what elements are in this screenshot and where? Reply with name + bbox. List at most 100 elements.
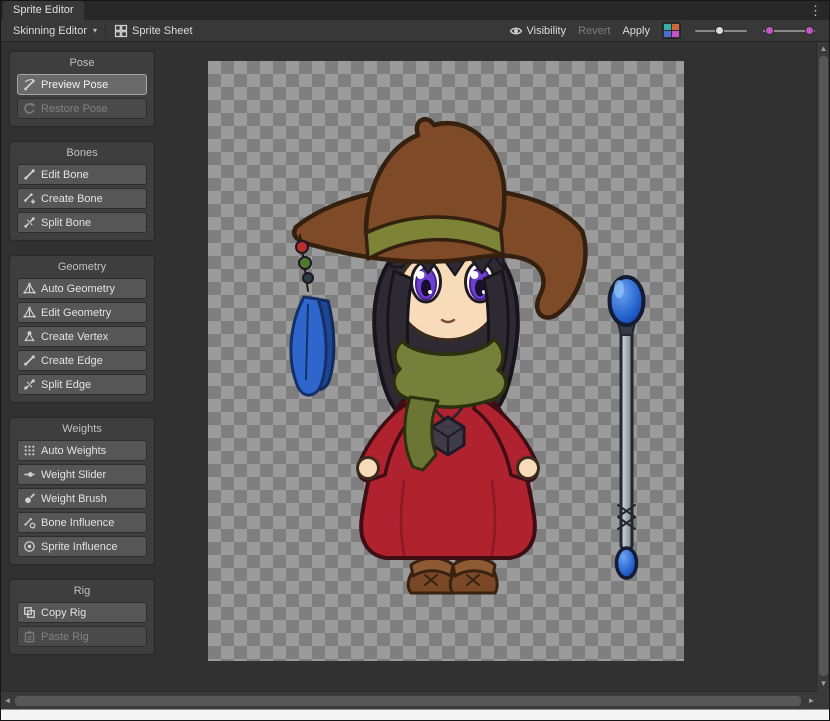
vertical-scrollbar-thumb[interactable] bbox=[819, 56, 828, 676]
chevron-down-icon: ▾ bbox=[93, 20, 97, 42]
preview-pose-button[interactable]: Preview Pose bbox=[17, 74, 147, 95]
vertical-scrollbar[interactable]: ▲ ▼ bbox=[816, 42, 829, 691]
horizontal-scrollbar[interactable]: ◄ ► bbox=[1, 691, 818, 709]
rig-panel: Rig Copy Rig Paste Rig bbox=[9, 579, 155, 655]
sprite-canvas[interactable] bbox=[208, 61, 684, 661]
pose-panel-title: Pose bbox=[17, 55, 147, 74]
scroll-left-arrow[interactable]: ◄ bbox=[1, 695, 14, 707]
mode-dropdown[interactable]: Skinning Editor ▾ bbox=[7, 20, 103, 42]
visibility-slider-knob[interactable] bbox=[715, 26, 724, 35]
create-edge-button[interactable]: Create Edge bbox=[17, 350, 147, 371]
preview-pose-icon bbox=[23, 78, 36, 91]
weight-brush-button[interactable]: Weight Brush bbox=[17, 488, 147, 509]
split-edge-label: Split Edge bbox=[41, 379, 91, 391]
split-bone-button[interactable]: Split Bone bbox=[17, 212, 147, 233]
pose-panel: Pose Preview Pose Restore Pose bbox=[9, 51, 155, 127]
visibility-button[interactable]: Visibility bbox=[503, 20, 573, 42]
copy-rig-button[interactable]: Copy Rig bbox=[17, 602, 147, 623]
visibility-slider[interactable] bbox=[695, 24, 747, 38]
scroll-up-arrow[interactable]: ▲ bbox=[817, 43, 830, 55]
sprite-sheet-label: Sprite Sheet bbox=[132, 20, 193, 42]
create-bone-icon bbox=[23, 192, 36, 205]
auto-weights-label: Auto Weights bbox=[41, 445, 106, 457]
split-edge-icon bbox=[23, 378, 36, 391]
weight-slider-button[interactable]: Weight Slider bbox=[17, 464, 147, 485]
sprite-influence-button[interactable]: Sprite Influence bbox=[17, 536, 147, 557]
toolbar-separator bbox=[105, 24, 106, 38]
mode-dropdown-label: Skinning Editor bbox=[13, 20, 87, 42]
bone-opacity-knob-min[interactable] bbox=[765, 26, 774, 35]
create-vertex-icon bbox=[23, 330, 36, 343]
swatch-color-3 bbox=[664, 31, 671, 37]
horizontal-scrollbar-thumb[interactable] bbox=[15, 696, 801, 706]
edit-bone-icon bbox=[23, 168, 36, 181]
restore-pose-icon bbox=[23, 102, 36, 115]
window-bottom-strip bbox=[1, 709, 829, 721]
apply-button[interactable]: Apply bbox=[616, 20, 656, 42]
paste-rig-icon bbox=[23, 630, 36, 643]
paste-rig-button[interactable]: Paste Rig bbox=[17, 626, 147, 647]
toolbar-right: Visibility Revert Apply bbox=[503, 20, 823, 42]
auto-weights-button[interactable]: Auto Weights bbox=[17, 440, 147, 461]
tab-strip: Sprite Editor ⋮ bbox=[1, 1, 829, 20]
bone-opacity-slider[interactable] bbox=[763, 24, 815, 38]
window-menu-icon[interactable]: ⋮ bbox=[809, 2, 822, 19]
rig-panel-title: Rig bbox=[17, 583, 147, 602]
swatch-color-2 bbox=[672, 24, 679, 30]
sprite-color-swatch[interactable] bbox=[662, 22, 681, 39]
create-edge-icon bbox=[23, 354, 36, 367]
preview-pose-label: Preview Pose bbox=[41, 79, 108, 91]
sprite-sheet-button[interactable]: Sprite Sheet bbox=[108, 20, 199, 42]
weight-slider-label: Weight Slider bbox=[41, 469, 106, 481]
edit-geometry-label: Edit Geometry bbox=[41, 307, 111, 319]
edit-geometry-button[interactable]: Edit Geometry bbox=[17, 302, 147, 323]
character-sprite bbox=[291, 119, 586, 593]
auto-geometry-button[interactable]: Auto Geometry bbox=[17, 278, 147, 299]
weight-brush-icon bbox=[23, 492, 36, 505]
weights-panel-title: Weights bbox=[17, 421, 147, 440]
auto-weights-icon bbox=[23, 444, 36, 457]
canvas-art bbox=[208, 61, 684, 661]
tab-sprite-editor[interactable]: Sprite Editor bbox=[3, 1, 84, 20]
toolbar: Skinning Editor ▾ Sprite Sheet Visibilit… bbox=[1, 20, 829, 42]
edit-bone-button[interactable]: Edit Bone bbox=[17, 164, 147, 185]
sprite-editor-window: Sprite Editor ⋮ Skinning Editor ▾ Sprite… bbox=[0, 0, 830, 721]
restore-pose-label: Restore Pose bbox=[41, 103, 108, 115]
swatch-color-4 bbox=[672, 31, 679, 37]
scrollbar-corner bbox=[816, 691, 829, 709]
split-bone-icon bbox=[23, 216, 36, 229]
eye-icon bbox=[509, 24, 523, 38]
split-edge-button[interactable]: Split Edge bbox=[17, 374, 147, 395]
create-vertex-button[interactable]: Create Vertex bbox=[17, 326, 147, 347]
edit-bone-label: Edit Bone bbox=[41, 169, 89, 181]
paste-rig-label: Paste Rig bbox=[41, 631, 89, 643]
restore-pose-button[interactable]: Restore Pose bbox=[17, 98, 147, 119]
skinning-tool-panel: Pose Preview Pose Restore Pose Bones Edi… bbox=[9, 51, 155, 655]
edit-geometry-icon bbox=[23, 306, 36, 319]
revert-button[interactable]: Revert bbox=[572, 20, 616, 42]
geometry-panel: Geometry Auto Geometry Edit Geometry Cre… bbox=[9, 255, 155, 403]
geometry-panel-title: Geometry bbox=[17, 259, 147, 278]
copy-rig-label: Copy Rig bbox=[41, 607, 86, 619]
weights-panel: Weights Auto Weights Weight Slider Weigh… bbox=[9, 417, 155, 565]
create-vertex-label: Create Vertex bbox=[41, 331, 108, 343]
create-bone-button[interactable]: Create Bone bbox=[17, 188, 147, 209]
weight-slider-icon bbox=[23, 468, 36, 481]
copy-rig-icon bbox=[23, 606, 36, 619]
bones-panel: Bones Edit Bone Create Bone Split Bone bbox=[9, 141, 155, 241]
main-area: Pose Preview Pose Restore Pose Bones Edi… bbox=[1, 42, 818, 691]
bones-panel-title: Bones bbox=[17, 145, 147, 164]
visibility-label: Visibility bbox=[527, 20, 567, 42]
create-bone-label: Create Bone bbox=[41, 193, 103, 205]
staff-sprite bbox=[610, 277, 644, 578]
auto-geometry-label: Auto Geometry bbox=[41, 283, 115, 295]
bone-influence-button[interactable]: Bone Influence bbox=[17, 512, 147, 533]
sprite-influence-icon bbox=[23, 540, 36, 553]
bone-influence-label: Bone Influence bbox=[41, 517, 114, 529]
sprite-sheet-icon bbox=[114, 24, 128, 38]
scroll-down-arrow[interactable]: ▼ bbox=[817, 678, 830, 690]
swatch-color-1 bbox=[664, 24, 671, 30]
bone-opacity-knob-max[interactable] bbox=[805, 26, 814, 35]
bone-influence-icon bbox=[23, 516, 36, 529]
auto-geometry-icon bbox=[23, 282, 36, 295]
